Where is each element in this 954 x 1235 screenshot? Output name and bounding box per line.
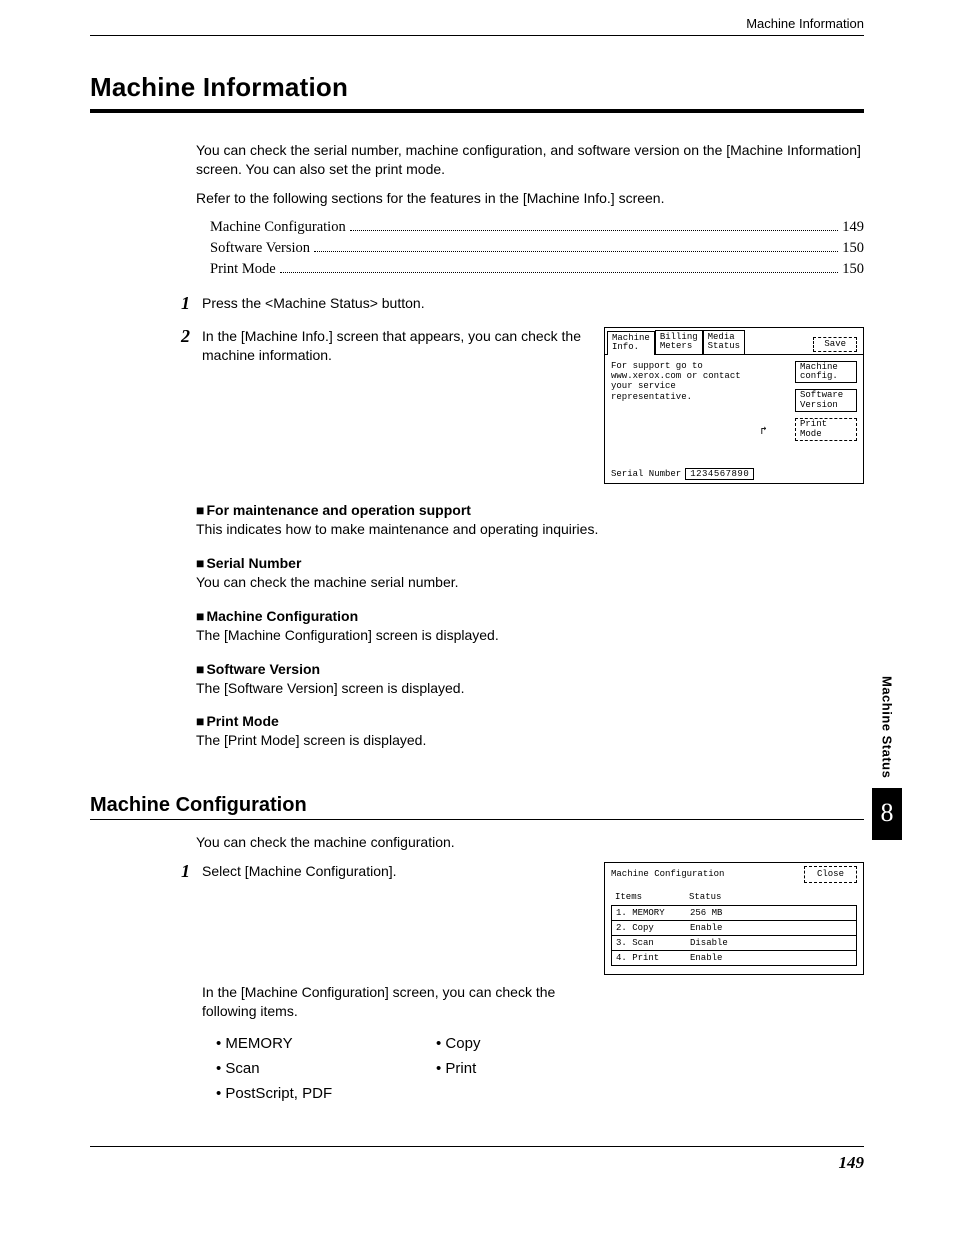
cursor-icon: ↱ [760,426,767,439]
step-text: Select [Machine Configuration]. [202,862,588,881]
chapter-number: 8 [872,788,902,840]
toc-leader [280,260,839,273]
mini-toc: Machine Configuration 149 Software Versi… [210,218,864,278]
table-row: 4. Print Enable [611,951,857,966]
serial-number-label: Serial Number [611,469,681,479]
def-item: ■For maintenance and operation support T… [196,502,864,539]
thumb-tab-label: Machine Status [880,676,895,778]
section-heading: Machine Configuration [90,794,864,817]
toc-leader [314,239,838,252]
section-intro: You can check the machine configuration. [196,834,864,850]
toc-label: Print Mode [210,261,276,278]
bullet-square-icon: ■ [196,502,204,518]
step-1: 1 Select [Machine Configuration]. Machin… [176,862,864,1021]
bullet-square-icon: ■ [196,661,204,677]
after-config-text: In the [Machine Configuration] screen, y… [202,983,572,1021]
save-button: Save [813,337,857,351]
toc-row: Print Mode 150 [210,260,864,278]
section-rule [90,819,864,820]
def-heading: Print Mode [206,713,278,729]
column-header-status: Status [689,891,853,903]
def-item: ■Machine Configuration The [Machine Conf… [196,608,864,645]
step-2: 2 In the [Machine Info.] screen that app… [176,327,864,484]
list-item: Copy [436,1035,616,1052]
step-number: 2 [176,327,190,345]
bullet-square-icon: ■ [196,713,204,729]
intro-paragraph-2: Refer to the following sections for the … [196,189,864,208]
step-text: Press the <Machine Status> button. [202,294,864,313]
toc-label: Machine Configuration [210,219,346,236]
screen-title: Machine Configuration [611,868,724,880]
def-item: ■Print Mode The [Print Mode] screen is d… [196,713,864,750]
column-header-items: Items [615,891,689,903]
def-heading: Software Version [206,661,320,677]
tab-machine-info: MachineInfo. [607,331,655,355]
running-header: Machine Information [90,16,864,36]
list-item: Scan [216,1060,436,1077]
def-heading: For maintenance and operation support [206,502,470,518]
machine-config-button: Machineconfig. [795,361,857,384]
config-items-list: MEMORY Copy Scan Print PostScript, PDF [216,1035,864,1102]
definition-list: ■For maintenance and operation support T… [196,502,864,750]
list-item: MEMORY [216,1035,436,1052]
step-number: 1 [176,294,190,312]
step-text: In the [Machine Info.] screen that appea… [202,327,588,365]
machine-config-screen-figure: Machine Configuration Close Items Status… [604,862,864,975]
def-body: This indicates how to make maintenance a… [196,520,864,539]
page-number: 149 [0,1153,954,1173]
serial-number-value: 1234567890 [685,468,754,480]
def-item: ■Serial Number You can check the machine… [196,555,864,592]
step-number: 1 [176,862,190,880]
config-table: Items Status 1. MEMORY 256 MB 2. Copy En… [605,891,863,975]
def-heading: Serial Number [206,555,301,571]
procedure-steps: 1 Press the <Machine Status> button. 2 I… [176,294,864,484]
bullet-square-icon: ■ [196,608,204,624]
toc-page: 150 [842,240,864,257]
bullet-square-icon: ■ [196,555,204,571]
print-mode-button: Print Mode [795,418,857,441]
intro-paragraph-1: You can check the serial number, machine… [196,141,864,179]
def-body: The [Software Version] screen is display… [196,679,864,698]
intro-block: You can check the serial number, machine… [196,141,864,278]
def-body: The [Machine Configuration] screen is di… [196,626,864,645]
page-title: Machine Information [90,72,864,103]
list-item: Print [436,1060,616,1077]
thumb-tab: Machine Status 8 [872,676,902,840]
close-button: Close [804,866,857,882]
toc-leader [350,218,839,231]
def-heading: Machine Configuration [206,608,358,624]
list-item: PostScript, PDF [216,1085,436,1102]
toc-page: 149 [842,219,864,236]
table-row: 1. MEMORY 256 MB [611,906,857,921]
tab-billing-meters: BillingMeters [655,330,703,354]
support-text: For support go to www.xerox.com or conta… [611,361,751,402]
footer-rule [90,1146,864,1147]
step-1: 1 Press the <Machine Status> button. [176,294,864,313]
table-row: 3. Scan Disable [611,936,857,951]
procedure-steps: 1 Select [Machine Configuration]. Machin… [176,862,864,1021]
toc-row: Software Version 150 [210,239,864,257]
software-version-button: SoftwareVersion [795,389,857,412]
title-rule [90,109,864,113]
def-body: You can check the machine serial number. [196,573,864,592]
toc-label: Software Version [210,240,310,257]
table-row: 2. Copy Enable [611,921,857,936]
def-body: The [Print Mode] screen is displayed. [196,731,864,750]
machine-info-screen-figure: MachineInfo. BillingMeters MediaStatus S… [604,327,864,484]
toc-page: 150 [842,261,864,278]
toc-row: Machine Configuration 149 [210,218,864,236]
def-item: ■Software Version The [Software Version]… [196,661,864,698]
tab-media-status: MediaStatus [703,330,745,354]
